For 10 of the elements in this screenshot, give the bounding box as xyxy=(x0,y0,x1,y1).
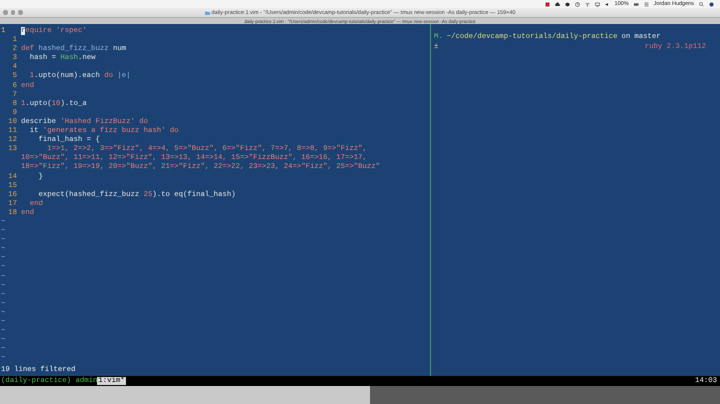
search-icon[interactable] xyxy=(699,2,704,6)
wifi-icon[interactable] xyxy=(584,2,590,6)
display-icon[interactable] xyxy=(594,2,600,6)
clock-icon[interactable] xyxy=(574,2,580,6)
menu-list-icon[interactable] xyxy=(644,2,649,6)
cloud-icon[interactable] xyxy=(554,2,560,6)
folder-icon xyxy=(204,10,210,14)
app-icon[interactable] xyxy=(544,2,550,6)
battery-icon[interactable] xyxy=(634,2,639,6)
avatar-icon[interactable] xyxy=(709,2,714,6)
